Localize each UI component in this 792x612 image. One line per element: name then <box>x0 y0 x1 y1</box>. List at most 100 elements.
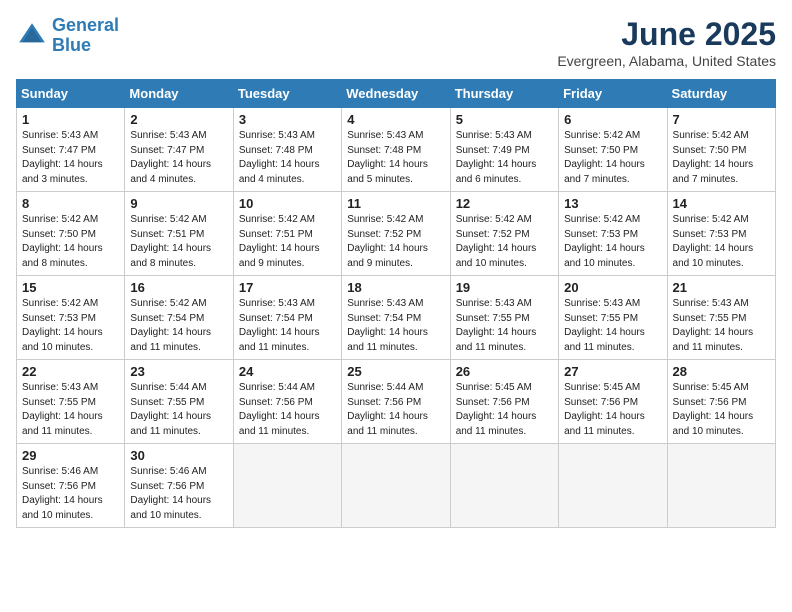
day-header-monday: Monday <box>125 80 233 108</box>
day-number: 7 <box>673 112 770 127</box>
calendar-header-row: SundayMondayTuesdayWednesdayThursdayFrid… <box>17 80 776 108</box>
calendar-cell: 11 Sunrise: 5:42 AM Sunset: 7:52 PM Dayl… <box>342 192 450 276</box>
day-header-sunday: Sunday <box>17 80 125 108</box>
day-number: 29 <box>22 448 119 463</box>
day-number: 27 <box>564 364 661 379</box>
calendar-cell: 9 Sunrise: 5:42 AM Sunset: 7:51 PM Dayli… <box>125 192 233 276</box>
day-number: 21 <box>673 280 770 295</box>
day-number: 15 <box>22 280 119 295</box>
day-number: 3 <box>239 112 336 127</box>
day-info: Sunrise: 5:43 AM Sunset: 7:55 PM Dayligh… <box>22 381 119 439</box>
calendar-cell: 28 Sunrise: 5:45 AM Sunset: 7:56 PM Dayl… <box>667 360 775 444</box>
logo-icon <box>16 20 48 52</box>
day-info: Sunrise: 5:44 AM Sunset: 7:56 PM Dayligh… <box>239 381 336 439</box>
day-info: Sunrise: 5:42 AM Sunset: 7:53 PM Dayligh… <box>22 297 119 355</box>
day-number: 30 <box>130 448 227 463</box>
title-block: June 2025 Evergreen, Alabama, United Sta… <box>557 16 776 69</box>
day-header-thursday: Thursday <box>450 80 558 108</box>
day-header-wednesday: Wednesday <box>342 80 450 108</box>
day-number: 14 <box>673 196 770 211</box>
day-info: Sunrise: 5:43 AM Sunset: 7:48 PM Dayligh… <box>347 129 444 187</box>
calendar-week-row: 1 Sunrise: 5:43 AM Sunset: 7:47 PM Dayli… <box>17 108 776 192</box>
calendar-cell: 30 Sunrise: 5:46 AM Sunset: 7:56 PM Dayl… <box>125 444 233 528</box>
calendar-week-row: 29 Sunrise: 5:46 AM Sunset: 7:56 PM Dayl… <box>17 444 776 528</box>
calendar-cell: 5 Sunrise: 5:43 AM Sunset: 7:49 PM Dayli… <box>450 108 558 192</box>
day-info: Sunrise: 5:43 AM Sunset: 7:55 PM Dayligh… <box>564 297 661 355</box>
day-number: 4 <box>347 112 444 127</box>
calendar-cell: 2 Sunrise: 5:43 AM Sunset: 7:47 PM Dayli… <box>125 108 233 192</box>
calendar-cell: 18 Sunrise: 5:43 AM Sunset: 7:54 PM Dayl… <box>342 276 450 360</box>
calendar-cell <box>559 444 667 528</box>
day-info: Sunrise: 5:43 AM Sunset: 7:55 PM Dayligh… <box>673 297 770 355</box>
day-info: Sunrise: 5:42 AM Sunset: 7:51 PM Dayligh… <box>130 213 227 271</box>
calendar-cell: 10 Sunrise: 5:42 AM Sunset: 7:51 PM Dayl… <box>233 192 341 276</box>
day-header-friday: Friday <box>559 80 667 108</box>
calendar-cell: 21 Sunrise: 5:43 AM Sunset: 7:55 PM Dayl… <box>667 276 775 360</box>
day-number: 12 <box>456 196 553 211</box>
calendar-cell <box>233 444 341 528</box>
calendar-cell: 20 Sunrise: 5:43 AM Sunset: 7:55 PM Dayl… <box>559 276 667 360</box>
day-header-tuesday: Tuesday <box>233 80 341 108</box>
day-info: Sunrise: 5:43 AM Sunset: 7:47 PM Dayligh… <box>22 129 119 187</box>
month-title: June 2025 <box>557 16 776 53</box>
calendar-cell: 4 Sunrise: 5:43 AM Sunset: 7:48 PM Dayli… <box>342 108 450 192</box>
calendar-cell: 12 Sunrise: 5:42 AM Sunset: 7:52 PM Dayl… <box>450 192 558 276</box>
calendar-cell: 22 Sunrise: 5:43 AM Sunset: 7:55 PM Dayl… <box>17 360 125 444</box>
day-number: 5 <box>456 112 553 127</box>
day-info: Sunrise: 5:44 AM Sunset: 7:56 PM Dayligh… <box>347 381 444 439</box>
calendar-cell: 24 Sunrise: 5:44 AM Sunset: 7:56 PM Dayl… <box>233 360 341 444</box>
calendar-cell: 6 Sunrise: 5:42 AM Sunset: 7:50 PM Dayli… <box>559 108 667 192</box>
calendar-cell <box>667 444 775 528</box>
day-info: Sunrise: 5:43 AM Sunset: 7:47 PM Dayligh… <box>130 129 227 187</box>
day-info: Sunrise: 5:43 AM Sunset: 7:54 PM Dayligh… <box>347 297 444 355</box>
calendar-cell <box>342 444 450 528</box>
day-info: Sunrise: 5:42 AM Sunset: 7:53 PM Dayligh… <box>564 213 661 271</box>
day-number: 16 <box>130 280 227 295</box>
day-number: 6 <box>564 112 661 127</box>
calendar-cell: 1 Sunrise: 5:43 AM Sunset: 7:47 PM Dayli… <box>17 108 125 192</box>
calendar-table: SundayMondayTuesdayWednesdayThursdayFrid… <box>16 79 776 528</box>
day-number: 19 <box>456 280 553 295</box>
day-number: 23 <box>130 364 227 379</box>
calendar-cell: 3 Sunrise: 5:43 AM Sunset: 7:48 PM Dayli… <box>233 108 341 192</box>
page-header: General Blue June 2025 Evergreen, Alabam… <box>16 16 776 69</box>
calendar-cell: 26 Sunrise: 5:45 AM Sunset: 7:56 PM Dayl… <box>450 360 558 444</box>
day-number: 17 <box>239 280 336 295</box>
logo-text: General Blue <box>52 16 119 56</box>
day-number: 2 <box>130 112 227 127</box>
day-info: Sunrise: 5:42 AM Sunset: 7:52 PM Dayligh… <box>456 213 553 271</box>
day-number: 22 <box>22 364 119 379</box>
day-number: 20 <box>564 280 661 295</box>
logo: General Blue <box>16 16 119 56</box>
day-number: 26 <box>456 364 553 379</box>
calendar-cell: 8 Sunrise: 5:42 AM Sunset: 7:50 PM Dayli… <box>17 192 125 276</box>
day-number: 11 <box>347 196 444 211</box>
day-header-saturday: Saturday <box>667 80 775 108</box>
calendar-week-row: 15 Sunrise: 5:42 AM Sunset: 7:53 PM Dayl… <box>17 276 776 360</box>
day-info: Sunrise: 5:43 AM Sunset: 7:55 PM Dayligh… <box>456 297 553 355</box>
day-info: Sunrise: 5:46 AM Sunset: 7:56 PM Dayligh… <box>130 465 227 523</box>
day-info: Sunrise: 5:42 AM Sunset: 7:54 PM Dayligh… <box>130 297 227 355</box>
day-info: Sunrise: 5:45 AM Sunset: 7:56 PM Dayligh… <box>564 381 661 439</box>
calendar-cell <box>450 444 558 528</box>
calendar-week-row: 22 Sunrise: 5:43 AM Sunset: 7:55 PM Dayl… <box>17 360 776 444</box>
day-info: Sunrise: 5:43 AM Sunset: 7:49 PM Dayligh… <box>456 129 553 187</box>
day-info: Sunrise: 5:42 AM Sunset: 7:50 PM Dayligh… <box>22 213 119 271</box>
calendar-cell: 14 Sunrise: 5:42 AM Sunset: 7:53 PM Dayl… <box>667 192 775 276</box>
calendar-cell: 19 Sunrise: 5:43 AM Sunset: 7:55 PM Dayl… <box>450 276 558 360</box>
day-info: Sunrise: 5:45 AM Sunset: 7:56 PM Dayligh… <box>673 381 770 439</box>
location: Evergreen, Alabama, United States <box>557 53 776 69</box>
day-info: Sunrise: 5:45 AM Sunset: 7:56 PM Dayligh… <box>456 381 553 439</box>
day-info: Sunrise: 5:46 AM Sunset: 7:56 PM Dayligh… <box>22 465 119 523</box>
day-number: 13 <box>564 196 661 211</box>
day-info: Sunrise: 5:43 AM Sunset: 7:54 PM Dayligh… <box>239 297 336 355</box>
calendar-cell: 16 Sunrise: 5:42 AM Sunset: 7:54 PM Dayl… <box>125 276 233 360</box>
day-info: Sunrise: 5:42 AM Sunset: 7:52 PM Dayligh… <box>347 213 444 271</box>
day-number: 28 <box>673 364 770 379</box>
day-number: 8 <box>22 196 119 211</box>
calendar-cell: 27 Sunrise: 5:45 AM Sunset: 7:56 PM Dayl… <box>559 360 667 444</box>
calendar-cell: 29 Sunrise: 5:46 AM Sunset: 7:56 PM Dayl… <box>17 444 125 528</box>
calendar-cell: 13 Sunrise: 5:42 AM Sunset: 7:53 PM Dayl… <box>559 192 667 276</box>
calendar-cell: 17 Sunrise: 5:43 AM Sunset: 7:54 PM Dayl… <box>233 276 341 360</box>
day-info: Sunrise: 5:42 AM Sunset: 7:51 PM Dayligh… <box>239 213 336 271</box>
